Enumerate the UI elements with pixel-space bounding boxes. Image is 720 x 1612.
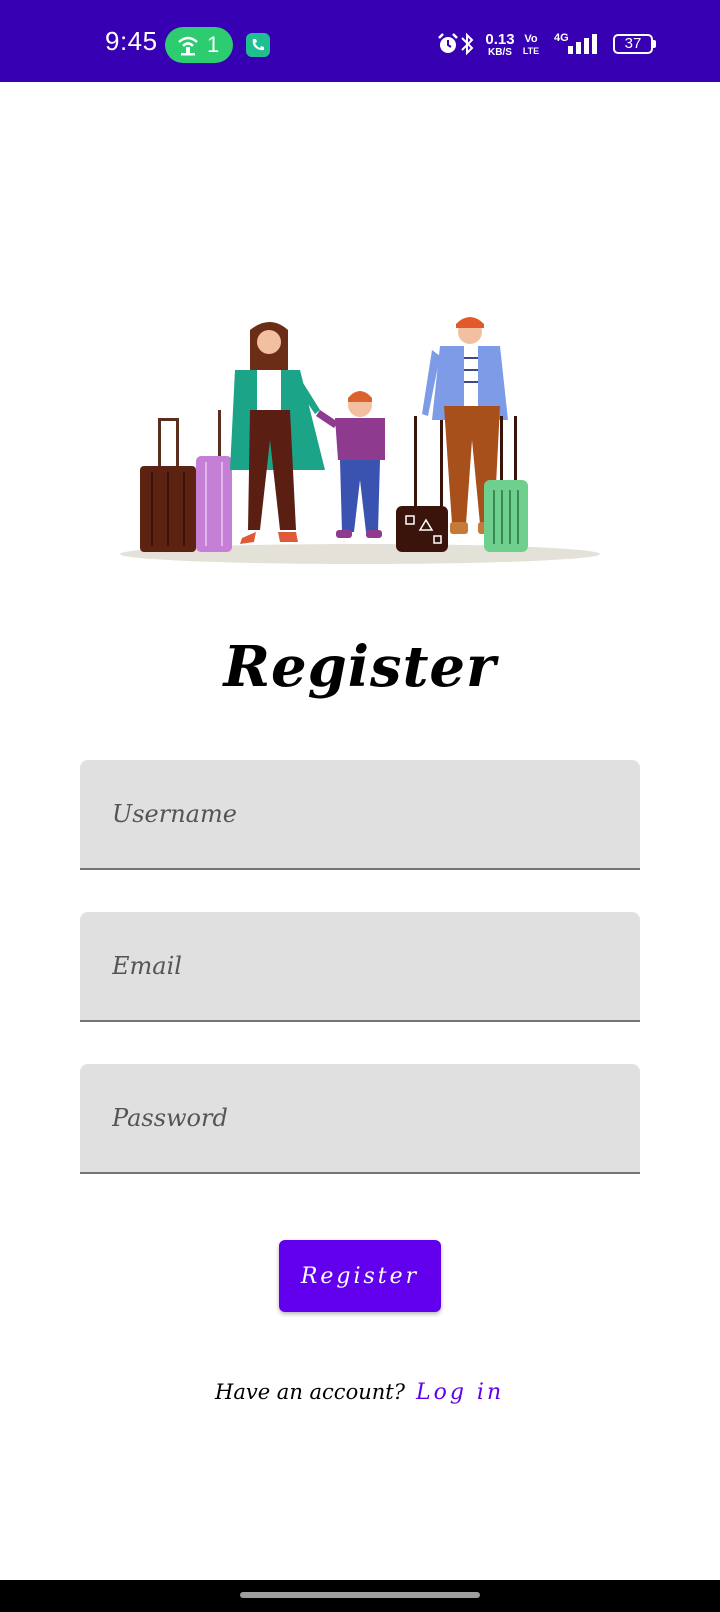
alarm-icon [438, 33, 458, 53]
speed-value: 0.13 [485, 31, 515, 48]
network-type: 4G [554, 32, 569, 44]
email-field[interactable] [80, 912, 640, 1022]
hotspot-pill[interactable]: 1 [165, 27, 233, 63]
volte-bottom: LTE [522, 46, 540, 56]
battery-nub [653, 40, 656, 48]
have-account-text: Have an account? [215, 1380, 405, 1404]
signal-icon [568, 34, 597, 54]
page-title: Register [223, 634, 497, 700]
status-bar: 9:45 1 0.13 KB/S Vo LTE 4G 37 [0, 0, 720, 82]
battery-icon: 37 [613, 34, 653, 54]
password-input[interactable] [80, 1064, 640, 1172]
bluetooth-icon [461, 32, 474, 56]
email-input[interactable] [80, 912, 640, 1020]
navigation-bar [0, 1580, 720, 1612]
hotspot-icon [178, 36, 198, 56]
username-input[interactable] [80, 760, 640, 868]
volte-top: Vo [524, 33, 538, 45]
login-link[interactable]: Log in [416, 1380, 504, 1405]
family-travel-illustration [120, 317, 600, 564]
username-field[interactable] [80, 760, 640, 870]
speed-unit: KB/S [488, 47, 512, 58]
register-button[interactable]: Register [279, 1240, 441, 1312]
status-time: 9:45 [105, 26, 158, 56]
password-field[interactable] [80, 1064, 640, 1174]
hotspot-count: 1 [207, 32, 220, 57]
home-gesture-handle[interactable] [240, 1592, 480, 1598]
call-icon [246, 33, 270, 57]
